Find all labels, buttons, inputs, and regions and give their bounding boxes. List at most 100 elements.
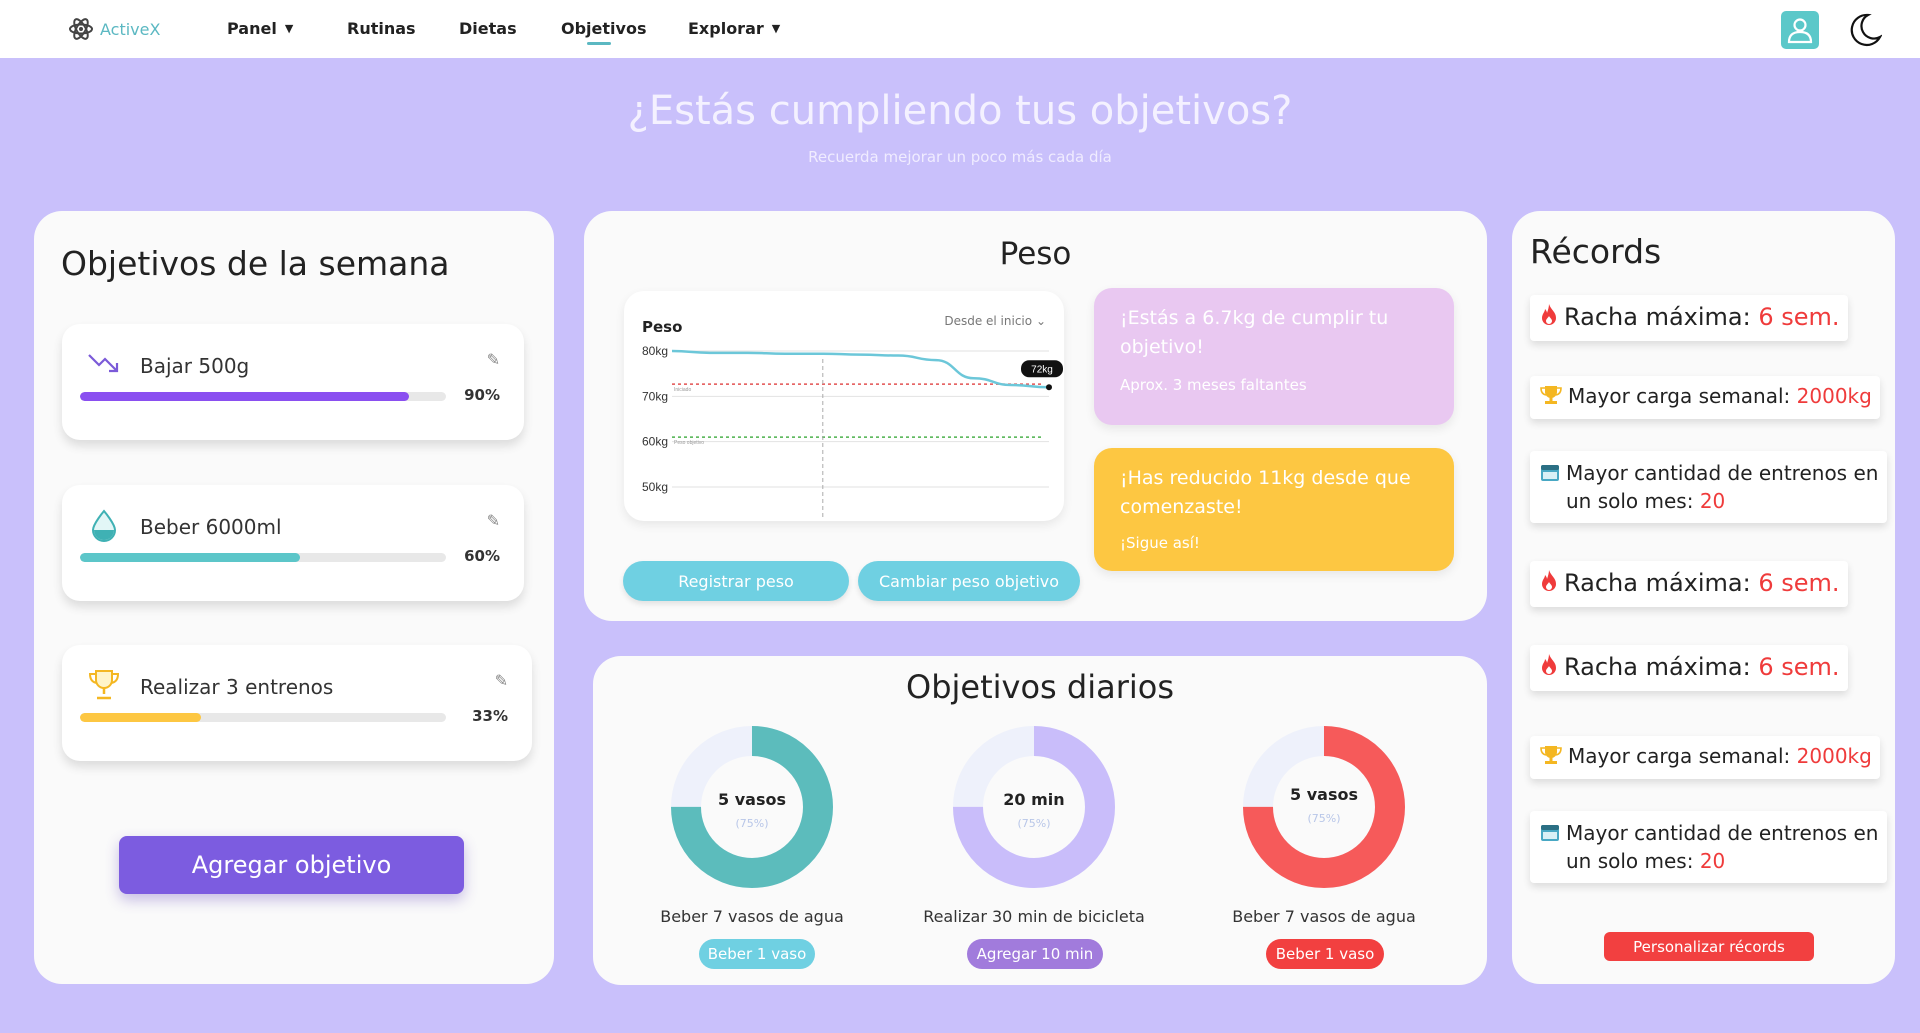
goal-label: Beber 6000ml xyxy=(140,515,282,539)
reference-line-label: Iniciado xyxy=(674,387,691,393)
ring-percent: (75%) xyxy=(735,817,769,830)
nav-objetivos-label: Objetivos xyxy=(561,19,647,38)
trend-down-icon xyxy=(88,354,119,373)
goal-progress-bar xyxy=(80,392,446,401)
reference-line-label: Peso objetivo xyxy=(674,440,704,446)
dark-mode-toggle[interactable] xyxy=(1846,12,1883,52)
banner-sub-text: Aprox. 3 meses faltantes xyxy=(1120,376,1307,394)
top-navbar: ActiveX Panel ▼ Rutinas Dietas Objetivos… xyxy=(0,0,1920,58)
record-item: Mayor cantidad de entrenos en un solo me… xyxy=(1530,451,1887,523)
caret-down-icon: ▼ xyxy=(284,22,294,35)
brand-name: ActiveX xyxy=(100,19,161,39)
daily-goal: 5 vasos (75%) Beber 7 vasos de agua Bebe… xyxy=(1204,722,1444,969)
record-item: Mayor carga semanal: 2000kg xyxy=(1530,376,1880,419)
current-point xyxy=(1046,384,1052,391)
flame-icon xyxy=(1540,569,1558,599)
register-weight-button[interactable]: Registrar peso xyxy=(623,561,849,601)
nav-objetivos[interactable]: Objetivos xyxy=(561,19,646,38)
calendar-icon xyxy=(1540,822,1560,850)
nav-explorar[interactable]: Explorar ▼ xyxy=(688,19,780,38)
goal-card[interactable]: Beber 6000ml ✎ 60% xyxy=(62,485,524,601)
record-text: Racha máxima: 6 sem. xyxy=(1564,653,1840,681)
user-profile-button[interactable] xyxy=(1781,11,1819,49)
weekly-goals-title: Objetivos de la semana xyxy=(61,244,450,283)
trophy-icon xyxy=(1540,744,1562,771)
calendar-icon xyxy=(1540,462,1560,490)
weight-chart: 80kg 70kg 60kg 50kg Iniciado Peso objetivo 72k… xyxy=(624,291,1064,521)
record-text: Mayor cantidad de entrenos en un solo me… xyxy=(1566,459,1879,515)
active-tab-indicator xyxy=(587,42,611,45)
nav-rutinas[interactable]: Rutinas xyxy=(347,19,416,38)
trophy-icon xyxy=(1540,384,1562,411)
weight-line xyxy=(671,349,1050,389)
record-text: Racha máxima: 6 sem. xyxy=(1564,303,1840,331)
record-text: Mayor carga semanal: 2000kg xyxy=(1568,384,1872,408)
pencil-icon[interactable]: ✎ xyxy=(495,671,508,690)
pencil-icon[interactable]: ✎ xyxy=(487,350,500,369)
nav-explorar-label: Explorar xyxy=(688,19,764,38)
caret-down-icon: ▼ xyxy=(771,22,781,35)
records-card: Récords Racha máxima: 6 sem. Mayor carga… xyxy=(1512,211,1895,984)
record-value: 2000kg xyxy=(1796,744,1872,768)
banner-main-text: ¡Has reducido 11kg desde que comenzaste! xyxy=(1120,467,1411,518)
goal-progress-bar xyxy=(80,553,446,562)
records-title: Récords xyxy=(1530,232,1662,271)
banner-main-text: ¡Estás a 6.7kg de cumplir tu objetivo! xyxy=(1120,307,1389,358)
nav-panel-label: Panel xyxy=(227,19,277,38)
drink-glass-button[interactable]: Beber 1 vaso xyxy=(699,939,815,969)
moon-icon xyxy=(1850,13,1883,47)
weight-card: Peso 80kg 70kg 60kg 50kg Iniciado Peso objeti… xyxy=(584,211,1487,621)
record-value: 2000kg xyxy=(1796,384,1872,408)
record-item: Racha máxima: 6 sem. xyxy=(1530,645,1848,691)
goal-card[interactable]: Realizar 3 entrenos ✎ 33% xyxy=(62,645,532,761)
ring-value: 5 vasos xyxy=(718,790,786,809)
ring-value: 5 vasos xyxy=(1290,785,1358,804)
brand-logo[interactable]: ActiveX xyxy=(68,16,160,42)
chevron-down-icon: ⌄ xyxy=(1035,314,1046,328)
weight-lost-banner: ¡Has reducido 11kg desde que comenzaste!… xyxy=(1094,448,1454,571)
record-value: 20 xyxy=(1699,849,1726,873)
record-label: Racha máxima: xyxy=(1564,653,1751,681)
page-title: ¿Estás cumpliendo tus objetivos? xyxy=(627,88,1293,134)
record-label: Racha máxima: xyxy=(1564,569,1751,597)
ring-percent: (75%) xyxy=(1307,812,1341,825)
record-value: 20 xyxy=(1699,489,1726,513)
range-select[interactable]: Desde el inicio ⌄ xyxy=(944,314,1046,328)
record-label: Racha máxima: xyxy=(1564,303,1751,331)
ring-percent: (75%) xyxy=(1017,817,1051,830)
nav-dietas[interactable]: Dietas xyxy=(459,19,517,38)
goal-percent: 60% xyxy=(464,547,500,565)
atom-icon xyxy=(69,18,93,40)
add-goal-button[interactable]: Agregar objetivo xyxy=(119,836,464,894)
goal-card[interactable]: Bajar 500g ✎ 90% xyxy=(62,324,524,440)
ring-value: 20 min xyxy=(1003,790,1065,809)
flame-icon xyxy=(1540,653,1558,683)
record-value: 6 sem. xyxy=(1758,569,1840,597)
y-tick-label: 70kg xyxy=(642,389,668,403)
record-value: 6 sem. xyxy=(1758,653,1840,681)
goal-progress-fill xyxy=(80,392,410,401)
range-select-label: Desde el inicio xyxy=(944,314,1033,328)
pencil-icon[interactable]: ✎ xyxy=(487,511,500,530)
water-drop-icon xyxy=(91,509,117,542)
trophy-icon xyxy=(88,670,120,700)
progress-ring xyxy=(1243,726,1405,888)
nav-panel[interactable]: Panel ▼ xyxy=(227,19,293,38)
goal-progress-bar xyxy=(80,713,446,722)
record-text: Mayor carga semanal: 2000kg xyxy=(1568,744,1872,768)
current-weight-label: 72kg xyxy=(1031,364,1053,375)
goal-label: Realizar 3 entrenos xyxy=(140,675,334,699)
goal-progress-fill xyxy=(80,713,201,722)
record-item: Racha máxima: 6 sem. xyxy=(1530,295,1848,341)
record-item: Mayor cantidad de entrenos en un solo me… xyxy=(1530,811,1887,883)
y-tick-label: 80kg xyxy=(642,344,668,358)
drink-glass-button[interactable]: Beber 1 vaso xyxy=(1266,939,1384,969)
chart-title: Peso xyxy=(642,318,683,336)
daily-goals-title: Objetivos diarios xyxy=(906,668,1174,706)
change-target-weight-button[interactable]: Cambiar peso objetivo xyxy=(858,561,1080,601)
daily-goal: 20 min (75%) Realizar 30 min de biciclet… xyxy=(914,722,1154,969)
add-minutes-button[interactable]: Agregar 10 min xyxy=(967,939,1103,969)
customize-records-button[interactable]: Personalizar récords xyxy=(1604,932,1814,961)
flame-icon xyxy=(1540,303,1558,333)
y-tick-label: 60kg xyxy=(642,435,668,449)
